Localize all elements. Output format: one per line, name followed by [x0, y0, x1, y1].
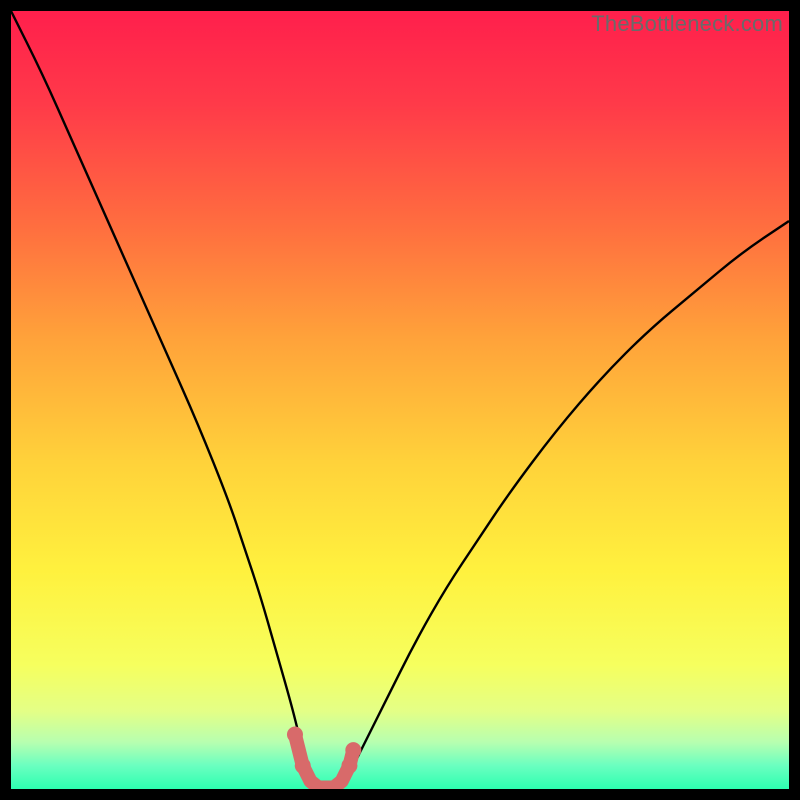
highlight-dot [295, 758, 311, 774]
highlight-dot [345, 742, 361, 758]
chart-frame: TheBottleneck.com [11, 11, 789, 789]
watermark-label: TheBottleneck.com [591, 11, 783, 37]
highlight-dot [341, 758, 357, 774]
highlight-dot [287, 727, 303, 743]
bottleneck-plot [11, 11, 789, 789]
